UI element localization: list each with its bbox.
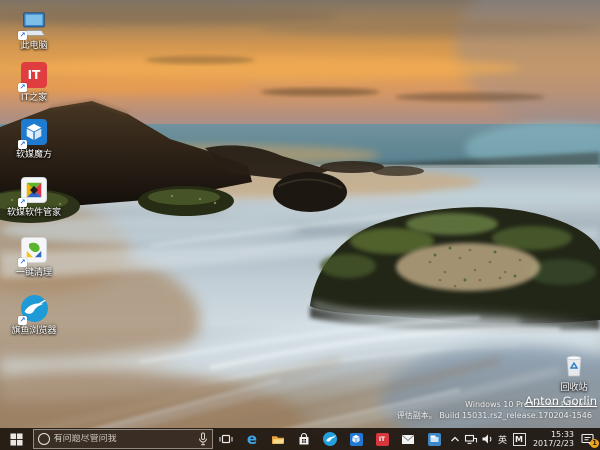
trash-bin-icon xyxy=(566,355,582,377)
desktop-icon-label: 软媒魔方 xyxy=(15,150,52,160)
white-cube-glyph-icon xyxy=(352,434,360,443)
desktop-icon-ruanmei-manager[interactable]: ↗ 软媒软件管家 xyxy=(3,177,65,218)
shortcut-arrow-icon: ↗ xyxy=(18,198,27,207)
blue-app-icon xyxy=(427,432,441,446)
start-button[interactable] xyxy=(0,428,33,450)
shortcut-arrow-icon: ↗ xyxy=(18,140,27,149)
swordfish-glyph-icon xyxy=(325,434,336,442)
ithome-logo-text: IT xyxy=(378,435,386,443)
ithome-icon: IT ↗ xyxy=(18,62,49,92)
microphone-icon[interactable] xyxy=(198,432,208,446)
taskbar: e xyxy=(0,428,600,450)
ime-mode-button[interactable]: M xyxy=(510,428,528,450)
shortcut-arrow-icon: ↗ xyxy=(18,316,27,325)
ruanmei-manager-icon: ↗ xyxy=(18,177,49,207)
desktop-icon-this-pc[interactable]: ↗ 此电脑 xyxy=(3,10,65,51)
clock-button[interactable]: 15:33 2017/2/23 xyxy=(528,428,576,450)
search-input[interactable] xyxy=(53,434,194,444)
watermark-build-line: 评估副本。 Build 15031.rs2_release.170204-154… xyxy=(396,411,592,420)
cube-icon xyxy=(349,432,363,446)
edge-browser-button[interactable]: e xyxy=(239,428,265,450)
ithome-button[interactable]: IT xyxy=(369,428,395,450)
desktop-icon-label: 此电脑 xyxy=(20,41,48,51)
tray-overflow-button[interactable] xyxy=(447,428,462,450)
ime-mode-label: M xyxy=(512,432,526,446)
system-tray: 英 M 15:33 2017/2/23 1 xyxy=(447,428,600,450)
swordfish-icon xyxy=(323,432,337,446)
store-bag-icon xyxy=(299,432,309,445)
task-view-icon xyxy=(219,434,233,444)
ruanmei-mofang-button[interactable] xyxy=(343,428,369,450)
qiyu-browser-icon: ↗ xyxy=(18,295,49,325)
blue-app-button[interactable] xyxy=(421,428,447,450)
ithome-logo-text: IT xyxy=(27,68,41,82)
ruanmei-mofang-icon: ↗ xyxy=(18,119,49,149)
edge-icon: e xyxy=(246,429,258,448)
pinwheel-icon xyxy=(26,182,42,198)
recycle-bin-icon[interactable]: 回收站 xyxy=(551,354,597,393)
one-key-clean-icon: ↗ xyxy=(18,237,49,267)
desktop-icon-ithome[interactable]: IT ↗ IT之家 xyxy=(3,62,65,103)
desktop-icon-ruanmei-mofang[interactable]: ↗ 软媒魔方 xyxy=(3,119,65,160)
clock-time: 15:33 xyxy=(550,430,574,439)
photographer-credit: Anton Gorlin xyxy=(525,394,597,408)
desktop-icon-label: 旗鱼浏览器 xyxy=(11,326,57,336)
chevron-up-icon xyxy=(450,436,459,442)
network-status-button[interactable] xyxy=(462,428,479,450)
desktop-icon-label: 一键清理 xyxy=(15,268,52,278)
taskbar-app-buttons: e IT xyxy=(213,428,447,450)
cortana-circle-icon xyxy=(37,433,50,445)
windows-logo-icon xyxy=(10,432,23,446)
task-view-button[interactable] xyxy=(213,428,239,450)
blue-app-glyph-icon xyxy=(430,435,438,442)
this-pc-icon: ↗ xyxy=(18,10,49,40)
qiyu-browser-button[interactable] xyxy=(317,428,343,450)
shortcut-arrow-icon: ↗ xyxy=(18,31,27,40)
white-cube-icon xyxy=(26,123,42,140)
windows-store-button[interactable] xyxy=(291,428,317,450)
windows-desktop: ↗ 此电脑 IT ↗ IT之家 ↗ 软媒魔方 ↗ 软媒软件管家 ↗ 一键清理 ↗… xyxy=(0,0,600,450)
ethernet-network-icon xyxy=(464,434,477,444)
shortcut-arrow-icon: ↗ xyxy=(18,258,27,267)
action-center-button[interactable]: 1 xyxy=(576,428,600,450)
volume-button[interactable] xyxy=(479,428,495,450)
recycle-bin-label: 回收站 xyxy=(560,383,588,393)
ime-language-label: 英 xyxy=(497,435,507,446)
shortcut-arrow-icon: ↗ xyxy=(18,83,27,92)
mail-envelope-icon xyxy=(401,434,415,444)
desktop-icon-label: 软媒软件管家 xyxy=(6,208,61,218)
desktop-icon-label: IT之家 xyxy=(20,93,48,103)
cortana-search-box[interactable] xyxy=(32,429,213,449)
notification-badge: 1 xyxy=(590,439,599,448)
clock-date: 2017/2/23 xyxy=(532,439,574,448)
seascape-wallpaper-image xyxy=(0,0,600,450)
mail-button[interactable] xyxy=(395,428,421,450)
speaker-icon xyxy=(482,434,491,444)
folder-icon xyxy=(272,436,284,444)
clean-shapes-icon xyxy=(26,242,42,258)
file-explorer-button[interactable] xyxy=(265,428,291,450)
ime-language-button[interactable]: 英 xyxy=(495,428,510,450)
ithome-logo-icon: IT xyxy=(375,432,389,446)
desktop-icon-qiyu-browser[interactable]: ↗ 旗鱼浏览器 xyxy=(3,295,65,336)
desktop-icon-one-key-clean[interactable]: ↗ 一键清理 xyxy=(3,237,65,278)
